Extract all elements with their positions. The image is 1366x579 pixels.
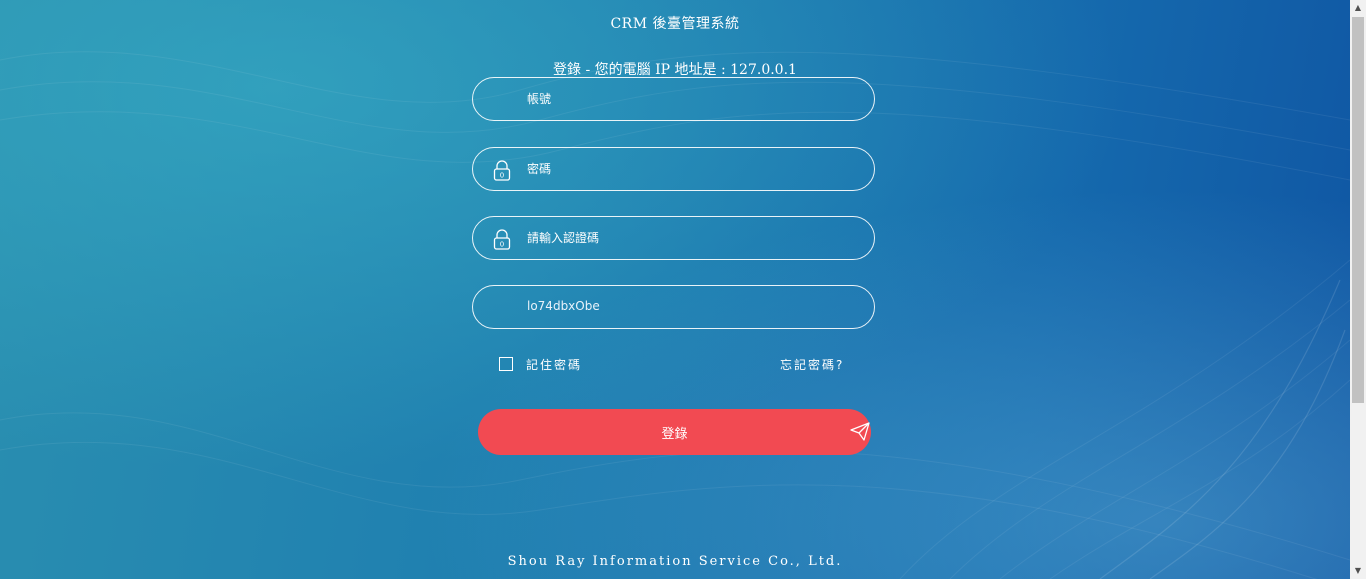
account-field (472, 77, 875, 121)
password-input[interactable] (527, 148, 857, 189)
lock-icon-digit: 0 (500, 241, 504, 249)
captcha-code: lo74dbxObe (527, 299, 600, 313)
vertical-scrollbar[interactable]: ▲ ▼ (1350, 0, 1366, 579)
lock-icon-digit: 0 (500, 172, 504, 180)
login-button[interactable]: 登錄 (478, 409, 871, 455)
paper-plane-icon (850, 422, 870, 441)
scroll-down-arrow-icon[interactable]: ▼ (1350, 563, 1366, 579)
password-field: 0 (472, 147, 875, 191)
remember-label: 記住密碼 (526, 357, 583, 372)
login-button-label: 登錄 (661, 426, 688, 442)
captcha-input-field: 0 (472, 216, 875, 260)
app-title: CRM 後臺管理系統 (610, 16, 740, 32)
company-footer: Shou Ray Information Service Co., Ltd. (507, 554, 843, 569)
remember-password[interactable]: 記住密碼 (499, 354, 582, 374)
account-input[interactable] (527, 78, 857, 119)
captcha-code-box[interactable]: lo74dbxObe (472, 285, 875, 329)
forgot-password-link[interactable]: 忘記密碼? (780, 356, 844, 373)
lock-icon: 0 (493, 160, 511, 181)
scroll-up-arrow-icon[interactable]: ▲ (1350, 0, 1366, 16)
captcha-input[interactable] (527, 217, 857, 258)
remember-checkbox[interactable] (499, 357, 513, 371)
ip-address-line: 登錄 - 您的電腦 IP 地址是 : 127.0.0.1 (553, 62, 797, 78)
scroll-thumb[interactable] (1352, 17, 1364, 403)
lock-icon: 0 (493, 229, 511, 250)
